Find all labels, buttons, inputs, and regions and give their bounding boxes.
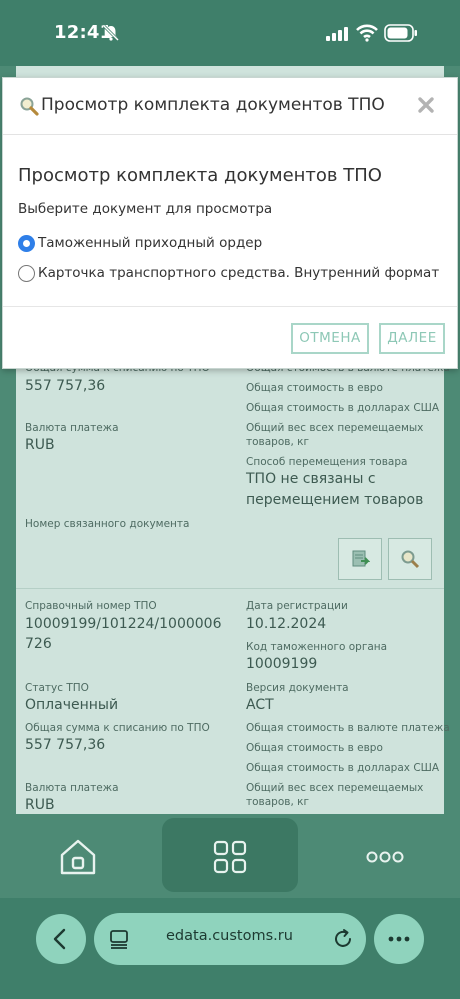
close-icon[interactable] [417, 96, 435, 114]
field-label: Код таможенного органа [246, 641, 388, 653]
dialog-header-title: Просмотр комплекта документов ТПО [41, 95, 385, 115]
back-button[interactable] [36, 914, 86, 964]
dialog-divider [3, 306, 457, 307]
field-label: Справочный номер ТПО [25, 600, 157, 612]
magnifier-icon [20, 97, 39, 116]
field-label: Общая стоимость в валюте платежа [246, 722, 450, 734]
field-label: Статус ТПО [25, 682, 89, 694]
field-label: Номер связанного документа [25, 518, 190, 530]
dialog-heading: Просмотр комплекта документов ТПО [18, 165, 382, 186]
dialog-header: Просмотр комплекта документов ТПО [3, 78, 457, 135]
bottom-navigation [0, 814, 460, 898]
radio-option-tpo-order[interactable]: Таможенный приходный ордер [18, 234, 348, 254]
document-set-dialog: Просмотр комплекта документов ТПО Просмо… [2, 77, 458, 369]
field-label: Общая стоимость в евро [246, 742, 383, 754]
next-button[interactable]: ДАЛЕЕ [379, 323, 445, 354]
field-value: ACT [246, 697, 274, 713]
field-value: 557 757,36 [25, 378, 106, 394]
field-value: RUB [25, 797, 55, 813]
export-document-button[interactable] [338, 538, 382, 580]
status-bar: 12:41 [0, 0, 460, 66]
field-value: 10009199 [246, 656, 318, 672]
home-icon[interactable] [58, 836, 98, 876]
field-label: Общая сумма к списанию по ТПО [25, 722, 210, 734]
field-label: Общая стоимость в долларах США [246, 762, 440, 774]
reload-icon[interactable] [332, 928, 354, 950]
field-value: 10009199/101224/1000006 [25, 616, 222, 632]
url-text: edata.customs.ru [166, 928, 293, 944]
radio-label: Карточка транспортного средства. Внутрен… [38, 265, 440, 281]
radio-label: Таможенный приходный ордер [38, 235, 263, 251]
browser-toolbar: edata.customs.ru [0, 898, 460, 999]
field-label: Способ перемещения товара [246, 456, 408, 468]
menu-icon [388, 936, 410, 942]
tabs-icon[interactable] [109, 929, 129, 949]
field-label: товаров, кг [246, 436, 309, 448]
field-label: Версия документа [246, 682, 349, 694]
wifi-icon [356, 24, 378, 42]
field-value: ТПО не связаны с [246, 471, 376, 487]
radio-option-vehicle-card[interactable]: Карточка транспортного средства. Внутрен… [18, 264, 440, 284]
view-document-button[interactable] [388, 538, 432, 580]
back-icon [53, 928, 66, 950]
field-label: Общая стоимость в долларах США [246, 402, 440, 414]
radio-button-selected[interactable] [18, 235, 35, 252]
field-value: 726 [25, 636, 52, 652]
record-card: Справочный номер ТПО 10009199/101224/100… [16, 588, 450, 814]
field-label: Дата регистрации [246, 600, 348, 612]
dialog-subtitle: Выберите документ для просмотра [18, 201, 273, 217]
address-bar[interactable]: edata.customs.ru [94, 913, 366, 965]
field-label: товаров, кг [246, 796, 309, 808]
field-value: 557 757,36 [25, 737, 106, 753]
more-icon[interactable] [366, 850, 404, 864]
browser-menu-button[interactable] [374, 914, 424, 964]
field-label: Валюта платежа [25, 782, 119, 794]
field-value: 10.12.2024 [246, 616, 327, 632]
field-label: Общий вес всех перемещаемых [246, 782, 424, 794]
document-export-icon [352, 550, 370, 567]
grid-icon[interactable] [213, 840, 247, 874]
battery-icon [384, 24, 417, 42]
field-label: Общий вес всех перемещаемых [246, 422, 424, 434]
field-value: Оплаченный [25, 697, 119, 713]
cancel-button[interactable]: ОТМЕНА [291, 323, 369, 354]
field-label: Валюта платежа [25, 422, 119, 434]
field-value: RUB [25, 437, 55, 453]
radio-button[interactable] [18, 265, 35, 282]
field-value: перемещением товаров [246, 492, 424, 508]
signal-icon [326, 27, 348, 41]
search-icon [401, 550, 420, 569]
bell-slash-icon [102, 24, 120, 42]
field-label: Общая стоимость в евро [246, 382, 383, 394]
